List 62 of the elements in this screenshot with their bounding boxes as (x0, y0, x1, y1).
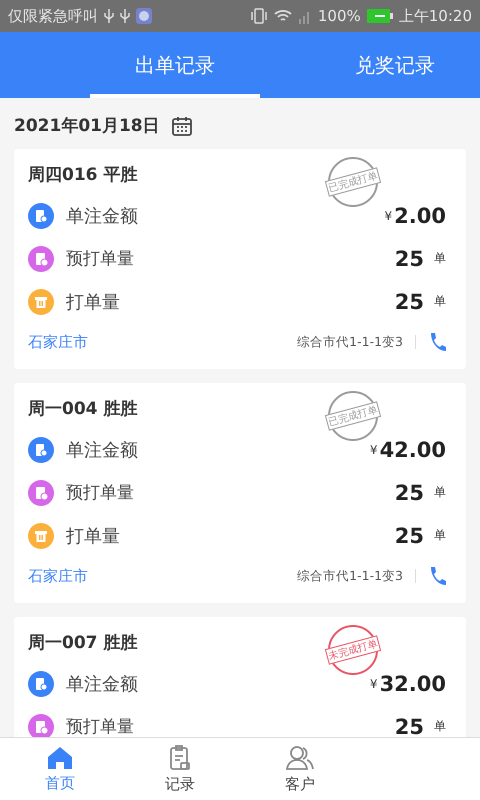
receipt-icon (28, 436, 54, 462)
document-clock-icon (28, 480, 54, 506)
field-value: 42.00 (380, 438, 446, 462)
printer-icon (28, 288, 54, 314)
people-icon (286, 744, 314, 770)
field-value: 2.00 (394, 204, 446, 228)
nav-item[interactable]: 记录 (120, 738, 240, 800)
unit-text: 单 (434, 293, 446, 310)
carrier-text: 仅限紧急呼叫 (8, 6, 98, 26)
field-label: 打单量 (66, 524, 121, 548)
nav-item[interactable]: 客户 (240, 738, 360, 800)
shop-name: 综合市代1-1-1变3 (297, 568, 403, 584)
field-label: 预打单量 (66, 482, 135, 504)
battery-icon (366, 9, 393, 23)
order-title: 周一004 胜胜 (28, 398, 138, 420)
unit-text: 单 (434, 718, 446, 735)
city-link[interactable]: 石家庄市 (28, 332, 298, 352)
currency-sign: ¥ (370, 676, 378, 690)
city-link[interactable]: 石家庄市 (28, 566, 298, 586)
printer-icon (28, 522, 54, 548)
receipt-icon (28, 670, 54, 696)
nav-item[interactable]: 首页 (0, 738, 120, 800)
unit-text: 单 (434, 527, 446, 544)
order-card[interactable]: 周四016 平胜 已完成打单 单注金额 ¥2.00 预打单量 25 单 打单量 25 单 石家庄市 综合市代1-1-1变3 (14, 149, 466, 369)
order-title: 周一007 胜胜 (28, 632, 138, 654)
field-label: 单注金额 (66, 204, 139, 228)
clipboard-icon (169, 744, 191, 770)
field-label: 预打单量 (66, 716, 135, 737)
vibrate-icon (250, 8, 268, 24)
field-value: 25 (394, 290, 424, 314)
phone-icon[interactable] (428, 332, 446, 352)
shop-name: 综合市代1-1-1变3 (297, 334, 403, 350)
field-value: 25 (394, 246, 424, 270)
order-card[interactable]: 周一004 胜胜 已完成打单 单注金额 ¥42.00 预打单量 25 单 打单量 25 单 石家庄市 综合市代1-1-1变3 (14, 383, 466, 603)
calendar-icon[interactable] (172, 116, 192, 136)
currency-sign: ¥ (384, 208, 392, 222)
document-clock-icon (28, 246, 54, 272)
clock-text: 上午10:20 (398, 6, 472, 26)
field-value: 32.00 (380, 672, 446, 696)
field-label: 打单量 (66, 290, 121, 314)
date-text: 2021年01月18日 (14, 115, 160, 137)
field-value: 25 (394, 480, 424, 504)
field-label: 单注金额 (66, 438, 139, 462)
usb-icon (104, 8, 114, 24)
field-value: 25 (394, 714, 424, 737)
music-app-icon (136, 8, 152, 24)
field-value: 25 (394, 524, 424, 548)
tab[interactable]: 兑奖记录 (310, 32, 480, 98)
currency-sign: ¥ (370, 442, 378, 456)
wifi-icon (274, 9, 292, 23)
phone-icon[interactable] (428, 566, 446, 586)
field-label: 单注金额 (66, 672, 139, 696)
usb-icon (120, 8, 130, 24)
order-title: 周四016 平胜 (28, 164, 138, 186)
unit-text: 单 (434, 484, 446, 501)
home-icon (47, 746, 73, 770)
tab[interactable]: 出单记录 (90, 32, 260, 98)
unit-text: 单 (434, 250, 446, 267)
field-label: 预打单量 (66, 248, 135, 270)
battery-percent: 100% (318, 7, 361, 25)
order-card[interactable]: 周一007 胜胜 未完成打单 单注金额 ¥32.00 预打单量 25 单 (14, 617, 466, 737)
receipt-icon (28, 202, 54, 228)
